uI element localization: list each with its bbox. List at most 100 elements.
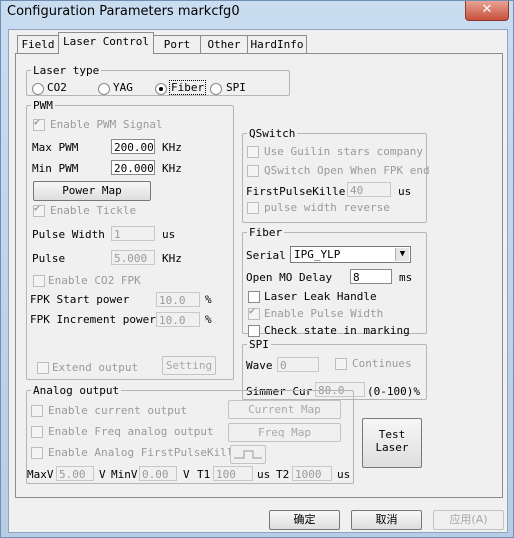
first-pulse-killer-unit: us <box>398 185 412 198</box>
enable-co2-fpk-checkbox[interactable] <box>33 275 45 287</box>
laser-control-panel: Laser type CO2 YAG Fiber SPI PWM Enable … <box>15 53 503 498</box>
fiber-label: Fiber <box>249 226 283 239</box>
serial-select-value: IPG_YLP <box>294 248 341 261</box>
test-laser-label-line2: Laser <box>375 441 409 454</box>
dialog-window: Configuration Parameters markcfg0 ✕ Fiel… <box>0 0 514 538</box>
freq-map-button[interactable]: Freq Map <box>228 423 341 442</box>
tab-laser-control[interactable]: Laser Control <box>58 32 154 54</box>
max-pwm-input[interactable]: 200.000 <box>111 139 155 154</box>
enable-co2-fpk-label: Enable CO2 FPK <box>48 274 141 287</box>
min-pwm-label: Min PWM <box>32 162 79 175</box>
t2-input[interactable]: 1000 <box>292 466 332 481</box>
power-map-button[interactable]: Power Map <box>33 181 151 201</box>
wave-input[interactable]: 0 <box>277 357 319 372</box>
pulse-shape-button[interactable] <box>230 445 266 464</box>
pulse-width-label: Pulse Width <box>32 228 105 241</box>
radio-fiber[interactable] <box>155 83 167 95</box>
enable-freq-analog-checkbox[interactable] <box>31 426 43 438</box>
maxv-label: MaxV <box>27 468 54 481</box>
enable-pwm-signal-label: Enable PWM Signal <box>50 118 163 131</box>
window-title: Configuration Parameters markcfg0 <box>7 4 240 19</box>
apply-button[interactable]: 应用(A) <box>433 510 504 530</box>
fpk-increment-power-unit: % <box>205 313 212 326</box>
fpk-start-power-label: FPK Start power <box>30 293 130 306</box>
pwm-group: PWM Enable PWM Signal Max PWM 200.000 KH… <box>26 99 234 380</box>
radio-yag[interactable] <box>98 83 110 95</box>
wave-label: Wave <box>246 359 273 372</box>
extend-output-label: Extend output <box>52 361 139 374</box>
pulse-input[interactable]: 5.000 <box>111 250 155 265</box>
pulse-width-unit: us <box>162 228 176 241</box>
min-pwm-unit: KHz <box>162 162 182 175</box>
radio-co2-label: CO2 <box>47 81 67 94</box>
radio-fiber-label: Fiber <box>169 80 207 95</box>
fpk-start-power-unit: % <box>205 293 212 306</box>
enable-pulse-width-label: Enable Pulse Width <box>264 307 384 320</box>
ok-button[interactable]: 确定 <box>269 510 340 530</box>
radio-yag-label: YAG <box>113 81 133 94</box>
tab-port[interactable]: Port <box>153 35 201 53</box>
laser-type-label: Laser type <box>33 64 100 77</box>
serial-select[interactable]: IPG_YLP ▼ <box>290 246 411 263</box>
enable-analog-fpk-checkbox[interactable] <box>31 447 43 459</box>
max-pwm-label: Max PWM <box>32 141 79 154</box>
setting-button[interactable]: Setting <box>162 356 216 375</box>
maxv-unit: V <box>99 468 106 481</box>
radio-spi[interactable] <box>210 83 222 95</box>
enable-pulse-width-checkbox[interactable] <box>248 306 260 320</box>
tab-field[interactable]: Field <box>17 35 59 53</box>
enable-current-output-label: Enable current output <box>48 404 188 417</box>
current-map-button[interactable]: Current Map <box>228 400 341 419</box>
test-laser-button[interactable]: Test Laser <box>362 418 422 468</box>
pulse-width-input[interactable]: 1 <box>111 226 155 241</box>
open-mo-delay-unit: ms <box>399 271 413 284</box>
pulse-waveform-icon <box>234 450 262 459</box>
dialog-client: Field Laser Control Port Other HardInfo … <box>8 29 508 533</box>
pwm-label: PWM <box>33 99 53 112</box>
enable-tickle-label: Enable Tickle <box>50 204 137 217</box>
qswitch-label: QSwitch <box>249 127 296 140</box>
radio-co2[interactable] <box>32 83 44 95</box>
fiber-group: Fiber Serial IPG_YLP ▼ Open MO Delay 8 m… <box>242 226 427 337</box>
fpk-start-power-input[interactable]: 10.0 <box>156 292 200 307</box>
maxv-input[interactable]: 5.00 <box>56 466 94 481</box>
first-pulse-killer-input[interactable]: 40 <box>347 182 391 197</box>
chevron-down-icon: ▼ <box>395 248 409 261</box>
extend-output-checkbox[interactable] <box>37 362 49 374</box>
check-state-marking-checkbox[interactable] <box>248 325 260 337</box>
continues-checkbox[interactable] <box>335 358 347 370</box>
close-button[interactable]: ✕ <box>465 1 509 21</box>
enable-current-output-checkbox[interactable] <box>31 405 43 417</box>
analog-output-label: Analog output <box>33 384 120 397</box>
spi-label: SPI <box>249 338 269 351</box>
title-bar[interactable]: Configuration Parameters markcfg0 ✕ <box>1 1 513 27</box>
t1-unit: us <box>257 468 271 481</box>
pulse-width-reverse-checkbox[interactable] <box>247 202 259 214</box>
qswitch-group: QSwitch Use Guilin stars company QSwitch… <box>242 127 430 223</box>
laser-leak-handle-label: Laser Leak Handle <box>264 290 377 303</box>
t1-label: T1 <box>197 468 211 481</box>
guilin-label: Use Guilin stars company <box>264 145 423 158</box>
qswitch-open-fpk-checkbox[interactable] <box>247 165 259 177</box>
t1-input[interactable]: 100 <box>213 466 253 481</box>
enable-tickle-checkbox[interactable] <box>33 203 45 217</box>
simmer-cur-unit: (0-100)% <box>367 385 420 398</box>
open-mo-delay-input[interactable]: 8 <box>350 269 392 284</box>
max-pwm-unit: KHz <box>162 141 182 154</box>
min-pwm-input[interactable]: 20.0000 <box>111 160 155 175</box>
enable-pwm-signal-checkbox[interactable] <box>33 117 45 131</box>
pulse-label: Pulse <box>32 252 66 265</box>
guilin-checkbox[interactable] <box>247 146 259 158</box>
laser-leak-handle-checkbox[interactable] <box>248 291 260 303</box>
enable-freq-analog-label: Enable Freq analog output <box>48 425 214 438</box>
check-state-marking-label: Check state in marking <box>264 324 410 337</box>
minv-input[interactable]: 0.00 <box>139 466 177 481</box>
qswitch-open-fpk-label: QSwitch Open When FPK end <box>264 164 430 177</box>
tab-other[interactable]: Other <box>200 35 248 53</box>
test-laser-label-line1: Test <box>378 428 406 441</box>
fpk-increment-power-label: FPK Increment power <box>30 313 156 326</box>
tab-hardinfo[interactable]: HardInfo <box>247 35 307 53</box>
fpk-increment-power-input[interactable]: 10.0 <box>156 312 200 327</box>
first-pulse-killer-label: FirstPulseKiller <box>246 185 352 198</box>
cancel-button[interactable]: 取消 <box>351 510 422 530</box>
